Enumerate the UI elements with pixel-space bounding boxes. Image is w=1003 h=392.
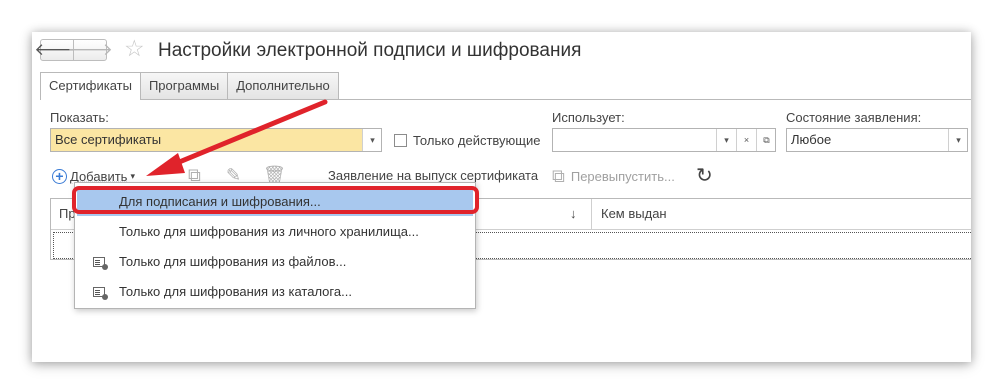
menu-item-from-files[interactable]: Только для шифрования из файлов...	[77, 247, 473, 276]
status-select-value: Любое	[791, 132, 832, 147]
forward-button[interactable]: 🡒	[67, 39, 113, 61]
star-icon[interactable]: ☆	[124, 37, 145, 60]
reissue-button[interactable]: ⧉ Перевыпустить...	[552, 166, 675, 187]
screenshot-stage: 🡐 🡒 ☆ Настройки электронной подписи и ши…	[0, 0, 1003, 392]
show-dropdown-button[interactable]: ▾	[362, 129, 381, 151]
chevron-down-icon: ▾	[130, 170, 135, 181]
uses-field[interactable]: ▾ × ⧉	[552, 128, 776, 152]
uses-dropdown-button[interactable]: ▾	[716, 129, 736, 151]
menu-item-label: Для подписания и шифрования...	[119, 194, 321, 209]
uses-open-button[interactable]: ⧉	[756, 129, 775, 151]
menu-item-sign-and-encrypt[interactable]: Для подписания и шифрования...	[77, 187, 473, 216]
tab-bar: Сертификаты Программы Дополнительно	[40, 72, 339, 100]
uses-label: Использует:	[552, 110, 625, 125]
application-button[interactable]: Заявление на выпуск сертификата	[328, 168, 538, 183]
only-active-checkbox[interactable]	[394, 134, 407, 147]
menu-item-personal-store[interactable]: Только для шифрования из личного хранили…	[77, 217, 473, 246]
tab-advanced[interactable]: Дополнительно	[227, 72, 339, 99]
reissue-button-label: Перевыпустить...	[570, 169, 675, 184]
chevron-down-icon: ▾	[956, 135, 961, 145]
show-select-value: Все сертификаты	[55, 132, 162, 147]
plus-circle-icon: +	[52, 168, 67, 184]
menu-item-from-folder[interactable]: Только для шифрования из каталога...	[77, 277, 473, 306]
show-select[interactable]: Все сертификаты ▾	[50, 128, 382, 152]
tab-programs[interactable]: Программы	[139, 72, 229, 99]
close-icon: ×	[743, 135, 750, 145]
menu-item-label: Только для шифрования из каталога...	[119, 284, 352, 299]
tab-certificates[interactable]: Сертификаты	[40, 72, 141, 100]
add-menu: Для подписания и шифрования... Только дл…	[74, 182, 476, 309]
chevron-down-icon: ▾	[724, 135, 729, 145]
sort-arrow-icon[interactable]: ↓	[570, 199, 577, 229]
copy-icon: ⧉	[552, 166, 565, 186]
menu-item-label: Только для шифрования из личного хранили…	[119, 224, 419, 239]
settings-window: 🡐 🡒 ☆ Настройки электронной подписи и ши…	[32, 32, 971, 362]
refresh-icon[interactable]: ↻	[696, 163, 713, 188]
column-header-issuer[interactable]: Кем выдан	[601, 199, 667, 229]
show-label: Показать:	[50, 110, 109, 125]
certificate-icon	[93, 286, 108, 300]
status-select[interactable]: Любое ▾	[786, 128, 968, 152]
arrow-right-icon: 🡒	[67, 40, 113, 59]
certificate-icon	[93, 256, 108, 270]
chevron-down-icon: ▾	[370, 135, 375, 145]
uses-clear-button[interactable]: ×	[736, 129, 756, 151]
window-title: Настройки электронной подписи и шифрован…	[158, 40, 582, 61]
only-active-label: Только действующие	[413, 133, 541, 148]
menu-item-label: Только для шифрования из файлов...	[119, 254, 347, 269]
status-label: Состояние заявления:	[786, 110, 922, 125]
open-window-icon: ⧉	[763, 135, 770, 145]
status-dropdown-button[interactable]: ▾	[948, 129, 967, 151]
column-divider	[591, 199, 592, 229]
tab-underline	[40, 99, 971, 100]
